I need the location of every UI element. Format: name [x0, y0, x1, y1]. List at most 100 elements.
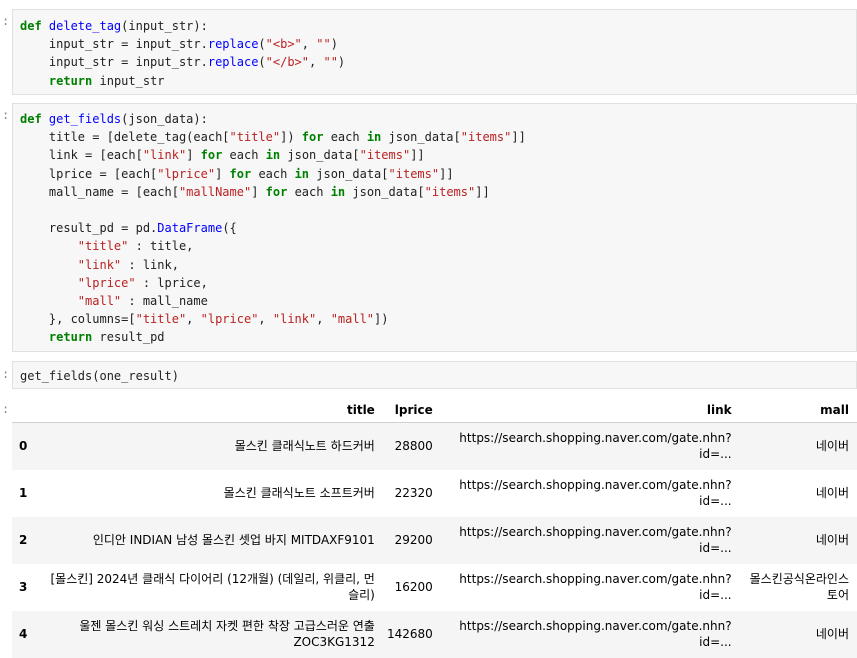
- code-token: "items": [388, 166, 440, 181]
- code-line: input_str = input_str.replace("<b>", ""): [20, 37, 338, 51]
- code-line: "link" : link,: [20, 258, 179, 272]
- code-line: return result_pd: [20, 330, 165, 344]
- code-token: json_data[: [381, 130, 461, 145]
- cell-mall: 네이버: [815, 627, 849, 641]
- code-token: ): [330, 37, 338, 52]
- code-token: (json_data):: [121, 112, 208, 126]
- column-header-title: title: [49, 398, 383, 423]
- row-index: 1: [19, 486, 28, 500]
- code-token: lprice = [each[: [20, 166, 158, 181]
- code-token: replace: [207, 55, 259, 70]
- code-token: ,: [301, 37, 317, 52]
- code-token: "lprice": [77, 275, 136, 290]
- code-token: "title": [135, 312, 187, 327]
- code-token: json_data[: [309, 166, 389, 181]
- code-token: "<b>": [265, 37, 302, 52]
- code-token: : mall_name: [121, 294, 208, 309]
- code-token: for: [301, 130, 324, 145]
- code-line: "lprice" : lprice,: [20, 276, 208, 290]
- cell-link: https://search.shopping.naver.com/gate.n…: [459, 431, 732, 462]
- code-editor[interactable]: def delete_tag(input_str): input_str = i…: [20, 17, 345, 90]
- code-line: }, columns=["title", "lprice", "link", "…: [20, 312, 389, 326]
- code-token: ,: [316, 312, 331, 327]
- code-token: DataFrame: [157, 221, 223, 236]
- code-cell-get-fields[interactable]: def get_fields(json_data): title = [dele…: [12, 103, 857, 352]
- cell-title: 울젠 몰스킨 워싱 스트레치 자켓 편한 착장 고급스러운 연출 ZOC3KG1…: [79, 619, 375, 649]
- code-token: delete_tag: [48, 19, 122, 33]
- code-token: ,: [258, 312, 273, 327]
- code-editor[interactable]: get_fields(one_result): [20, 367, 179, 385]
- row-index: 0: [19, 439, 28, 454]
- code-token: "title": [229, 130, 281, 145]
- code-token: (: [258, 55, 266, 70]
- code-token: ]): [374, 312, 389, 327]
- code-token: replace: [207, 37, 259, 52]
- code-token: ]: [215, 166, 230, 181]
- code-token: : link,: [121, 257, 179, 272]
- code-cell-call[interactable]: get_fields(one_result): [12, 361, 857, 389]
- code-token: "": [316, 37, 331, 52]
- code-token: def: [20, 112, 49, 126]
- row-index: 3: [19, 580, 28, 594]
- code-token: ({: [222, 221, 237, 236]
- code-token: "mall": [77, 294, 122, 309]
- code-token: in: [294, 166, 310, 181]
- code-token: ]]: [511, 130, 526, 145]
- cell-link: https://search.shopping.naver.com/gate.n…: [459, 525, 732, 555]
- cell-lprice: 28800: [394, 439, 433, 454]
- table-row: 0 몰스킨 클래식노트 하드커버 28800 https://search.sh…: [12, 422, 857, 470]
- code-cell-delete-tag[interactable]: def delete_tag(input_str): input_str = i…: [12, 9, 857, 95]
- code-token: ]: [251, 184, 266, 199]
- code-token: ,: [309, 55, 324, 70]
- code-token: "items": [424, 184, 476, 199]
- code-token: ]]: [410, 148, 425, 163]
- code-token: title = [delete_tag(each[: [20, 130, 230, 145]
- column-header-link: link: [440, 398, 740, 423]
- cell-link: https://search.shopping.naver.com/gate.n…: [459, 572, 732, 602]
- index-header: [12, 398, 50, 423]
- code-token: return: [48, 73, 93, 88]
- code-token: def: [20, 19, 49, 33]
- code-token: ,: [186, 312, 201, 327]
- code-line: title = [delete_tag(each["title"]) for e…: [20, 130, 526, 144]
- table-row: 2 인디안 INDIAN 남성 몰스킨 셋업 바지 MITDAXF9101 29…: [12, 516, 857, 564]
- cell-mall: 몰스킨공식온라인스토어: [749, 572, 849, 602]
- column-header-mall: mall: [739, 398, 857, 423]
- code-token: input_str = input_str.: [20, 55, 208, 70]
- cell-lprice: 16200: [394, 580, 433, 594]
- code-line: result_pd = pd.DataFrame({: [20, 221, 237, 235]
- code-token: "link": [77, 257, 122, 272]
- code-token: in: [330, 184, 346, 199]
- table-header-row: title lprice link mall: [12, 398, 857, 423]
- code-token: }, columns=[: [20, 312, 136, 327]
- code-editor[interactable]: def get_fields(json_data): title = [dele…: [20, 110, 526, 347]
- code-token: (: [258, 37, 266, 52]
- code-token: "lprice": [200, 312, 259, 327]
- code-token: "</b>": [265, 55, 310, 70]
- code-token: mall_name = [each[: [20, 184, 179, 199]
- cell-link: https://search.shopping.naver.com/gate.n…: [459, 619, 732, 649]
- code-token: ]): [280, 130, 302, 145]
- table-row: 4 울젠 몰스킨 워싱 스트레치 자켓 편한 착장 고급스러운 연출 ZOC3K…: [12, 610, 857, 658]
- cell-link: https://search.shopping.naver.com/gate.n…: [459, 478, 732, 508]
- dataframe-output: title lprice link mall 0 몰스킨 클래식노트 하드커버 …: [12, 398, 857, 658]
- code-token: in: [265, 148, 281, 163]
- cell-prompt: :: [2, 108, 10, 122]
- code-line: return input_str: [20, 74, 165, 88]
- code-token: "lprice": [157, 166, 216, 181]
- code-line: def get_fields(json_data):: [20, 112, 208, 126]
- code-token: ]]: [475, 184, 490, 199]
- code-line: get_fields(one_result): [20, 369, 179, 383]
- code-line: "title" : title,: [20, 239, 194, 253]
- cell-lprice: 142680: [386, 627, 433, 641]
- code-token: ]: [186, 148, 201, 163]
- code-token: each: [222, 148, 266, 163]
- code-token: "items": [359, 148, 411, 163]
- cell-lprice: 29200: [394, 533, 433, 547]
